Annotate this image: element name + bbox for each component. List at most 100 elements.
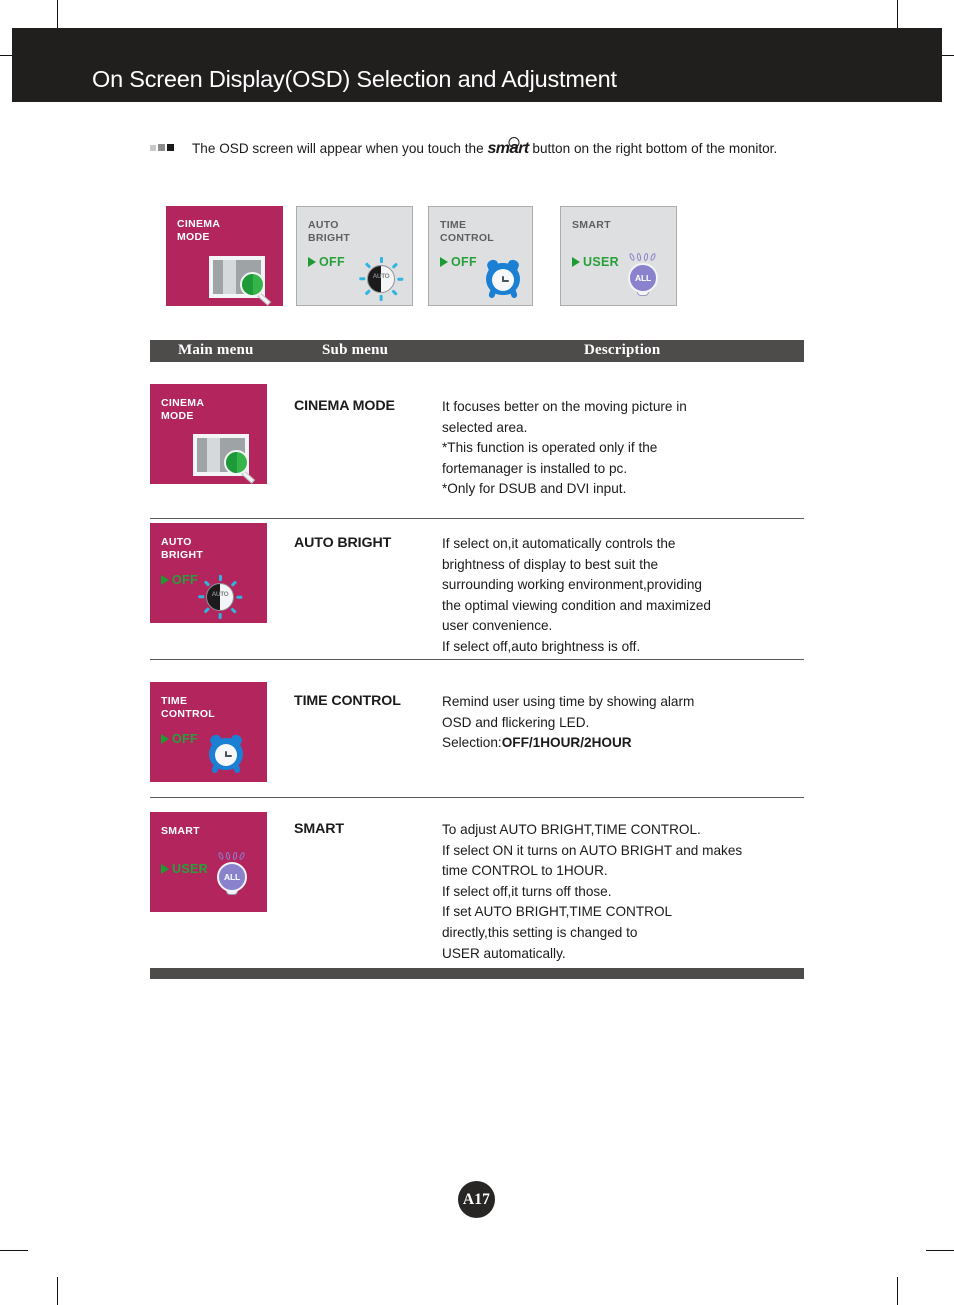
auto-disc-label: AUTO [372, 273, 390, 280]
marker-triangle-icon [161, 575, 169, 585]
magnifier-lens-shape [240, 272, 265, 297]
sun-ray [380, 295, 383, 301]
osd-panel-title: TIME CONTROL [161, 695, 216, 721]
row-divider [150, 518, 804, 519]
sun-ray [397, 277, 404, 281]
osd-thumb-value: USER [572, 255, 619, 269]
sub-menu-label: SMART [294, 821, 344, 837]
table-header-row: Main menu Sub menu Description [150, 340, 804, 362]
osd-panel-time-control[interactable]: TIME CONTROL OFF [150, 682, 267, 782]
intro-text-after: button on the right bottom of the monito… [528, 141, 778, 156]
sub-menu-label: TIME CONTROL [294, 693, 401, 709]
crop-mark-bottom-right-vertical [897, 1277, 898, 1305]
sun-ray [359, 277, 366, 281]
osd-panel-title: AUTO BRIGHT [161, 536, 204, 562]
clock-face-shape [492, 269, 514, 291]
auto-bright-sun-icon: AUTO [359, 257, 404, 301]
osd-panel-title: SMART [161, 825, 200, 837]
auto-disc-shape: AUTO [367, 265, 395, 293]
osd-panel-value-text: USER [172, 862, 208, 876]
osd-thumb-cinema-mode[interactable]: CINEMA MODE [166, 206, 283, 306]
intro-note: The OSD screen will appear when you touc… [150, 136, 850, 161]
osd-panel-value-text: OFF [172, 732, 198, 746]
sun-ray [219, 613, 222, 619]
smart-logo: smart [487, 138, 529, 157]
bullet-square-dark [167, 144, 174, 151]
table-footer-bar [150, 968, 804, 979]
sun-ray [391, 262, 398, 269]
page-number-badge: A17 [458, 1181, 495, 1218]
sun-ray [236, 595, 243, 599]
crop-mark-bottom-left-horizontal [0, 1250, 28, 1251]
sun-ray [364, 289, 371, 296]
smart-logo-ring-letter: a [509, 136, 518, 160]
clock-hand-minute [225, 755, 232, 757]
sun-ray [364, 262, 371, 269]
osd-panel-value: USER [161, 862, 208, 876]
description-line-2: OSD and flickering LED. [442, 714, 590, 730]
osd-thumb-value-text: OFF [319, 255, 345, 269]
bulb-spark [628, 252, 636, 262]
cinema-screen-magnifier-icon [209, 250, 275, 306]
bullet-squares-icon [150, 144, 174, 151]
smart-logo-suffix: rt [518, 140, 529, 157]
osd-thumb-title: TIME CONTROL [440, 219, 495, 245]
sun-ray [198, 595, 205, 599]
crop-mark-bottom-left-vertical [57, 1277, 58, 1305]
osd-panel-title: CINEMA MODE [161, 397, 205, 423]
bulb-spark [643, 252, 649, 262]
osd-thumb-time-control[interactable]: TIME CONTROL OFF [428, 206, 533, 306]
osd-panel-smart[interactable]: SMART USER ALL [150, 812, 267, 912]
osd-thumb-smart[interactable]: SMART USER ALL [560, 206, 677, 306]
marker-triangle-icon [440, 257, 448, 267]
crop-mark-top-left-vertical [57, 0, 58, 29]
description-text: To adjust AUTO BRIGHT,TIME CONTROL. If s… [442, 822, 743, 961]
bulb-label: ALL [224, 872, 240, 882]
crop-mark-top-right-vertical [897, 0, 898, 29]
sun-ray [230, 580, 237, 587]
osd-panel-auto-bright[interactable]: AUTO BRIGHT OFF AUTO [150, 523, 267, 623]
sun-ray [391, 289, 398, 296]
marker-triangle-icon [161, 864, 169, 874]
crop-mark-top-right-horizontal [942, 55, 954, 56]
description-selection-label: Selection: [442, 735, 502, 751]
column-header-description: Description [584, 342, 661, 358]
marker-triangle-icon [308, 257, 316, 267]
auto-disc-label: AUTO [211, 591, 229, 598]
row-divider [150, 659, 804, 660]
column-header-main-menu: Main menu [178, 342, 254, 358]
description-text: Remind user using time by showing alarm … [442, 692, 842, 754]
osd-panel-cinema-mode[interactable]: CINEMA MODE [150, 384, 267, 484]
osd-thumb-title: AUTO BRIGHT [308, 219, 351, 245]
description-text: If select on,it automatically controls t… [442, 536, 711, 654]
sub-menu-label: CINEMA MODE [294, 398, 395, 414]
light-bulb-all-icon: ALL [623, 252, 665, 299]
row-divider [150, 797, 804, 798]
bullet-square-mid [158, 144, 165, 151]
magnifier-lens-shape [224, 450, 249, 475]
cinema-screen-magnifier-icon [193, 428, 259, 484]
sun-ray [230, 607, 237, 614]
osd-panel-value: OFF [161, 573, 198, 587]
crop-mark-top-left-horizontal [0, 55, 12, 56]
intro-text: The OSD screen will appear when you touc… [150, 136, 850, 161]
osd-thumb-value-text: USER [583, 255, 619, 269]
marker-triangle-icon [161, 734, 169, 744]
osd-thumb-value: OFF [308, 255, 345, 269]
auto-disc-shape: AUTO [206, 583, 234, 611]
bulb-spark [649, 252, 657, 262]
clock-hand-minute [502, 280, 509, 282]
description-selection-value: OFF/1HOUR/2HOUR [501, 735, 632, 751]
sub-menu-label: AUTO BRIGHT [294, 535, 392, 551]
bulb-glass-shape: ALL [628, 263, 658, 293]
bulb-spark [225, 851, 231, 861]
intro-text-before: The OSD screen will appear when you touc… [192, 141, 488, 156]
bullet-square-light [150, 145, 156, 151]
auto-bright-sun-icon: AUTO [198, 575, 243, 619]
osd-panel-value-text: OFF [172, 573, 198, 587]
bulb-spark [636, 252, 642, 262]
osd-thumb-auto-bright[interactable]: AUTO BRIGHT OFF AUTO [296, 206, 413, 306]
alarm-clock-icon [206, 733, 246, 774]
light-bulb-all-icon: ALL [212, 851, 254, 898]
osd-panel-value: OFF [161, 732, 198, 746]
